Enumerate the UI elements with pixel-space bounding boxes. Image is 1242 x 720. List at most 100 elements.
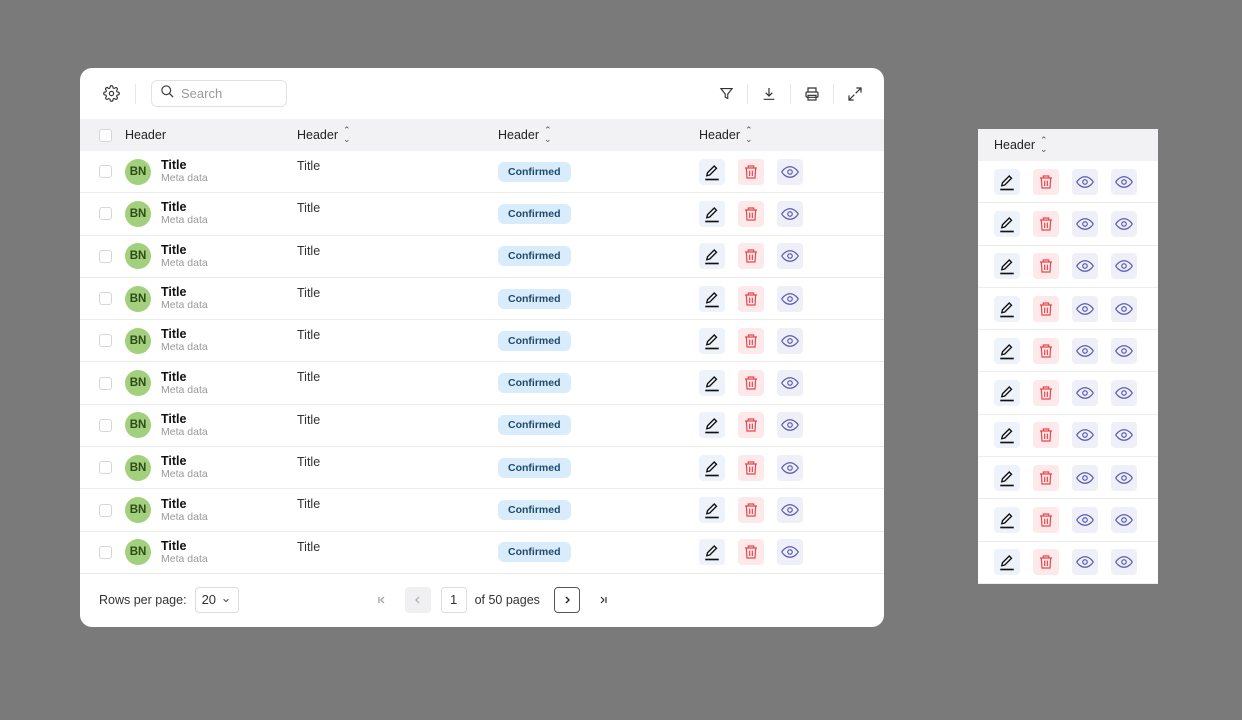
delete-button[interactable] — [738, 454, 764, 481]
last-page-button[interactable] — [590, 587, 616, 613]
view-button[interactable] — [1072, 549, 1098, 576]
delete-button[interactable] — [738, 412, 764, 439]
row-checkbox[interactable] — [98, 334, 112, 348]
edit-button[interactable] — [699, 539, 725, 566]
view-button[interactable] — [777, 370, 803, 397]
view-button[interactable] — [1111, 168, 1137, 195]
edit-button[interactable] — [699, 243, 725, 270]
edit-button[interactable] — [699, 327, 725, 354]
view-button[interactable] — [777, 539, 803, 566]
row-checkbox[interactable] — [98, 545, 112, 559]
edit-button[interactable] — [994, 464, 1020, 491]
edit-button[interactable] — [994, 507, 1020, 534]
delete-button[interactable] — [1033, 422, 1059, 449]
edit-button[interactable] — [699, 200, 725, 227]
table-row[interactable]: BN Title Meta data Title Confirmed — [80, 193, 884, 236]
view-button[interactable] — [1111, 295, 1137, 322]
edit-button[interactable] — [994, 549, 1020, 576]
next-page-button[interactable] — [553, 586, 580, 613]
column-header-sortable[interactable]: Header ⌃ ⌄ — [994, 136, 1048, 154]
table-row[interactable]: BN Title Meta data Title Confirmed — [80, 278, 884, 321]
delete-button[interactable] — [1033, 295, 1059, 322]
row-checkbox[interactable] — [98, 503, 112, 517]
delete-button[interactable] — [1033, 337, 1059, 364]
edit-button[interactable] — [699, 370, 725, 397]
delete-button[interactable] — [738, 327, 764, 354]
search-field[interactable] — [181, 86, 281, 101]
view-button[interactable] — [1111, 422, 1137, 449]
view-button[interactable] — [1072, 380, 1098, 407]
table-row[interactable]: BN Title Meta data Title Confirmed — [80, 362, 884, 405]
view-button[interactable] — [777, 200, 803, 227]
column-header-sortable[interactable]: Header ⌃ ⌄ — [297, 126, 498, 144]
sort-icon[interactable]: ⌃ ⌄ — [343, 126, 351, 144]
delete-button[interactable] — [1033, 464, 1059, 491]
view-button[interactable] — [777, 454, 803, 481]
delete-button[interactable] — [1033, 210, 1059, 237]
view-button[interactable] — [1072, 422, 1098, 449]
edit-button[interactable] — [699, 158, 725, 185]
rows-per-page-select[interactable]: 20 — [194, 586, 239, 613]
edit-button[interactable] — [699, 285, 725, 312]
delete-button[interactable] — [1033, 507, 1059, 534]
row-checkbox[interactable] — [98, 376, 112, 390]
view-button[interactable] — [777, 327, 803, 354]
row-checkbox[interactable] — [98, 461, 112, 475]
edit-button[interactable] — [994, 422, 1020, 449]
view-button[interactable] — [1111, 507, 1137, 534]
select-all-checkbox[interactable] — [98, 128, 112, 142]
edit-button[interactable] — [699, 412, 725, 439]
row-checkbox[interactable] — [98, 418, 112, 432]
view-button[interactable] — [777, 243, 803, 270]
table-row[interactable]: BN Title Meta data Title Confirmed — [80, 532, 884, 574]
view-button[interactable] — [777, 497, 803, 524]
row-checkbox[interactable] — [98, 207, 112, 221]
view-button[interactable] — [1072, 464, 1098, 491]
delete-button[interactable] — [738, 158, 764, 185]
table-row[interactable]: BN Title Meta data Title Confirmed — [80, 320, 884, 363]
row-checkbox[interactable] — [98, 165, 112, 179]
filter-icon[interactable] — [717, 85, 735, 103]
table-row[interactable]: BN Title Meta data Title Confirmed — [80, 447, 884, 490]
view-button[interactable] — [1111, 380, 1137, 407]
view-button[interactable] — [1072, 210, 1098, 237]
edit-button[interactable] — [994, 168, 1020, 195]
row-checkbox[interactable] — [98, 249, 112, 263]
print-icon[interactable] — [803, 85, 821, 103]
table-row[interactable]: BN Title Meta data Title Confirmed — [80, 236, 884, 278]
delete-button[interactable] — [1033, 380, 1059, 407]
view-button[interactable] — [1072, 337, 1098, 364]
view-button[interactable] — [1072, 295, 1098, 322]
view-button[interactable] — [777, 285, 803, 312]
delete-button[interactable] — [1033, 253, 1059, 280]
view-button[interactable] — [1111, 210, 1137, 237]
view-button[interactable] — [1072, 168, 1098, 195]
column-header-sortable[interactable]: Header ⌃ ⌄ — [699, 126, 884, 144]
previous-page-button[interactable] — [404, 586, 431, 613]
expand-icon[interactable] — [846, 85, 864, 103]
first-page-button[interactable] — [369, 587, 395, 613]
view-button[interactable] — [777, 412, 803, 439]
sort-icon[interactable]: ⌃ ⌄ — [1040, 136, 1048, 154]
page-number-input[interactable]: 1 — [440, 586, 467, 613]
column-header-sortable[interactable]: Header ⌃ ⌄ — [498, 126, 699, 144]
table-row[interactable]: BN Title Meta data Title Confirmed — [80, 151, 884, 194]
edit-button[interactable] — [994, 380, 1020, 407]
edit-button[interactable] — [994, 337, 1020, 364]
edit-button[interactable] — [994, 210, 1020, 237]
delete-button[interactable] — [738, 539, 764, 566]
edit-button[interactable] — [994, 253, 1020, 280]
edit-button[interactable] — [699, 497, 725, 524]
view-button[interactable] — [1111, 464, 1137, 491]
view-button[interactable] — [1072, 253, 1098, 280]
delete-button[interactable] — [1033, 168, 1059, 195]
table-row[interactable]: BN Title Meta data Title Confirmed — [80, 405, 884, 448]
delete-button[interactable] — [1033, 549, 1059, 576]
table-row[interactable]: BN Title Meta data Title Confirmed — [80, 489, 884, 532]
view-button[interactable] — [1111, 549, 1137, 576]
view-button[interactable] — [777, 158, 803, 185]
sort-icon[interactable]: ⌃ ⌄ — [544, 126, 552, 144]
delete-button[interactable] — [738, 285, 764, 312]
delete-button[interactable] — [738, 243, 764, 270]
view-button[interactable] — [1111, 337, 1137, 364]
